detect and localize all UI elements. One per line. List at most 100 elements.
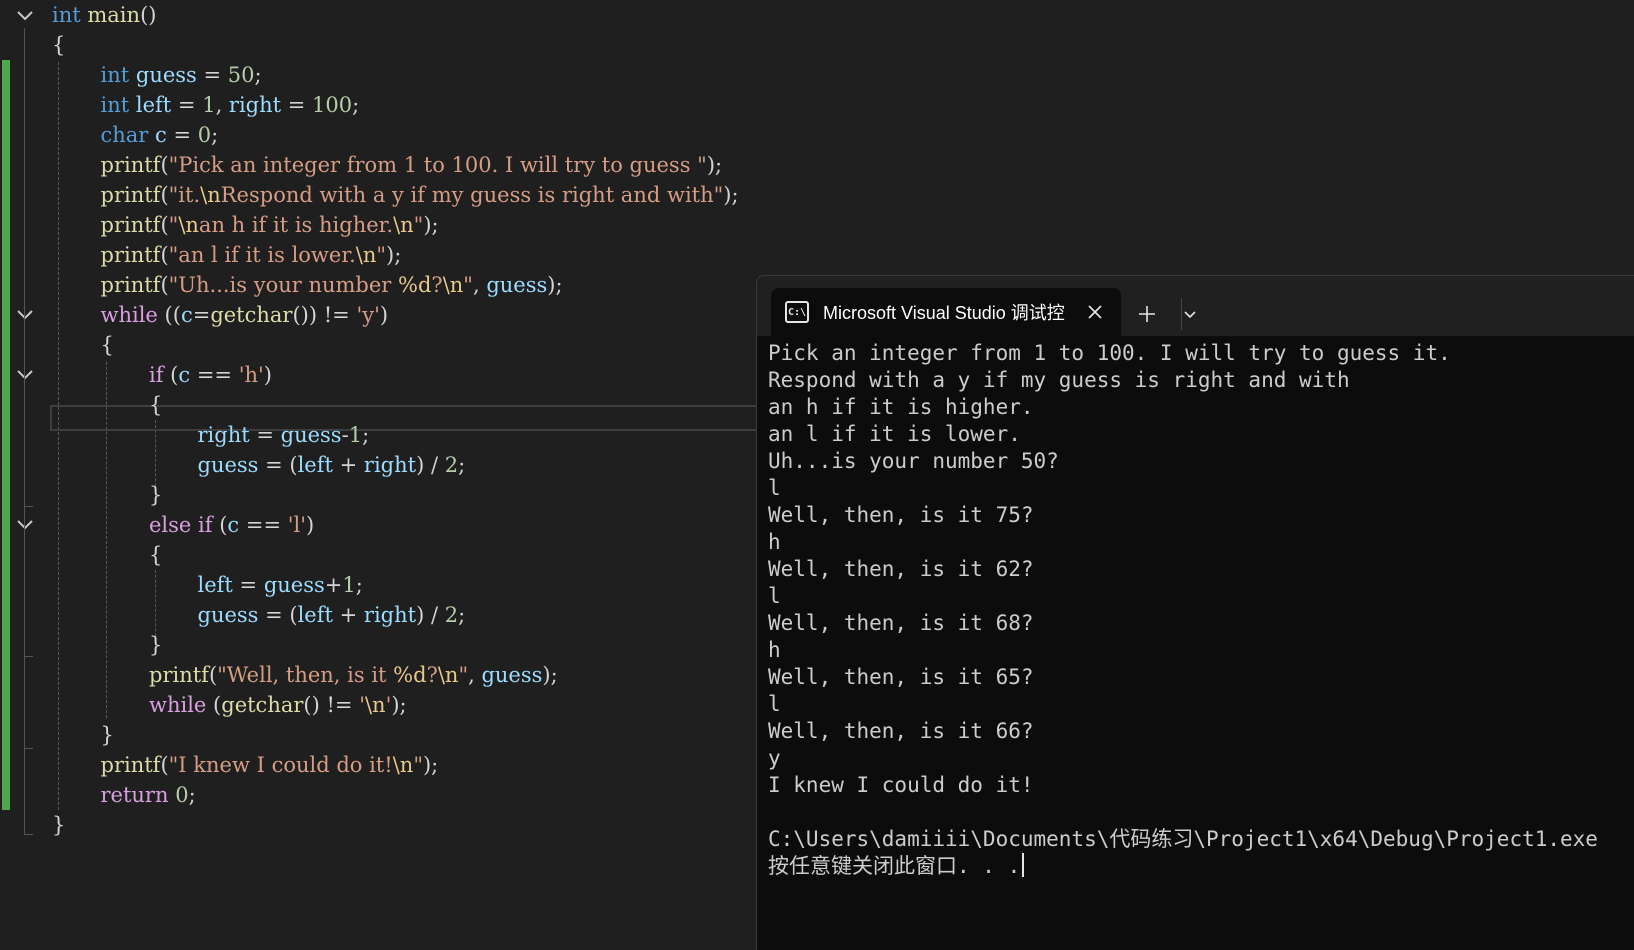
code-line[interactable]: printf("\nan h if it is higher.\n"); — [101, 211, 439, 239]
code-token: getchar — [221, 693, 304, 717]
code-line[interactable]: left = guess+1; — [198, 571, 363, 599]
code-token: ( — [160, 243, 169, 267]
code-token: guess — [135, 63, 197, 87]
code-token: () != — [303, 693, 360, 717]
console-line: l — [768, 584, 781, 608]
code-token: 0 — [197, 123, 212, 147]
code-line[interactable]: while (getchar() != '\n'); — [149, 691, 407, 719]
code-token: , — [215, 93, 229, 117]
code-token: == — [239, 513, 288, 537]
code-token: { — [52, 33, 66, 57]
code-token: return — [100, 783, 169, 807]
console-line: Well, then, is it 75? — [768, 503, 1034, 527]
code-token: %d — [393, 663, 427, 687]
code-line[interactable]: int left = 1, right = 100; — [101, 91, 360, 119]
code-token: left — [297, 453, 333, 477]
fold-chevron-down-icon[interactable] — [14, 5, 36, 27]
code-token: 100 — [312, 93, 353, 117]
code-token: ) — [306, 513, 315, 537]
debug-console-window[interactable]: C:\ Microsoft Visual Studio 调试控 Pick an … — [756, 275, 1634, 950]
code-token: = ( — [258, 453, 298, 477]
code-token: ; — [211, 123, 219, 147]
code-token: } — [149, 483, 163, 507]
code-token: - — [341, 423, 349, 447]
code-token: 2 — [444, 453, 459, 477]
code-token: ); — [422, 753, 439, 777]
code-token: "Pick an integer from 1 to 100. I will t… — [168, 153, 707, 177]
code-token: = — [171, 93, 203, 117]
code-token: getchar — [210, 303, 293, 327]
code-line[interactable]: { — [149, 541, 162, 569]
code-token: ); — [706, 153, 723, 177]
code-token: + — [332, 453, 364, 477]
code-line[interactable]: right = guess-1; — [198, 421, 370, 449]
code-token: = — [249, 423, 281, 447]
code-token: printf — [100, 153, 161, 177]
code-token: == — [190, 363, 239, 387]
code-token: guess — [263, 573, 325, 597]
chevron-down-icon[interactable] — [1178, 302, 1202, 326]
code-line[interactable]: int guess = 50; — [101, 61, 262, 89]
code-token: left — [197, 573, 233, 597]
code-line[interactable]: return 0; — [101, 781, 196, 809]
console-line: Well, then, is it 65? — [768, 665, 1034, 689]
code-token: = — [232, 573, 264, 597]
code-line[interactable]: if (c == 'h') — [149, 361, 272, 389]
code-token: " — [413, 753, 423, 777]
fold-range-marker — [24, 538, 33, 657]
console-icon-text: C:\ — [787, 306, 807, 318]
plus-icon[interactable] — [1135, 302, 1159, 326]
code-token: "it. — [168, 183, 201, 207]
code-line[interactable]: printf("I knew I could do it!\n"); — [101, 751, 439, 779]
code-token: Respond with a y if my guess is right an… — [220, 183, 724, 207]
code-token: ) — [263, 363, 272, 387]
code-line[interactable]: while ((c=getchar()) != 'y') — [101, 301, 389, 329]
code-token: int — [100, 63, 130, 87]
code-token: } — [149, 633, 163, 657]
code-line[interactable]: } — [149, 631, 162, 659]
code-line[interactable]: else if (c == 'l') — [149, 511, 314, 539]
code-token: " — [413, 213, 424, 237]
tab-title: Microsoft Visual Studio 调试控 — [823, 303, 1065, 323]
close-icon[interactable] — [1085, 302, 1105, 322]
code-token: "an l if it is lower. — [168, 243, 356, 267]
terminal-tab[interactable]: C:\ Microsoft Visual Studio 调试控 — [771, 288, 1121, 336]
code-token: ; — [458, 603, 466, 627]
console-line: y — [768, 746, 781, 770]
code-line[interactable]: } — [101, 721, 114, 749]
code-line[interactable]: printf("Pick an integer from 1 to 100. I… — [101, 151, 723, 179]
code-line[interactable]: printf("an l if it is lower.\n"); — [101, 241, 402, 269]
code-token: printf — [100, 183, 161, 207]
code-token: = ( — [258, 603, 298, 627]
code-line[interactable]: guess = (left + right) / 2; — [198, 601, 466, 629]
code-token: right — [197, 423, 250, 447]
code-line[interactable]: { — [101, 331, 114, 359]
code-line[interactable]: printf("Uh...is your number %d?\n", gues… — [101, 271, 563, 299]
code-line[interactable]: char c = 0; — [101, 121, 219, 149]
code-line[interactable]: } — [52, 811, 65, 839]
code-line[interactable]: { — [149, 391, 162, 419]
code-token: = — [281, 93, 313, 117]
code-token: printf — [100, 213, 161, 237]
code-line[interactable]: printf("it.\nRespond with a y if my gues… — [101, 181, 739, 209]
code-line[interactable]: int main() — [52, 1, 156, 29]
code-line[interactable]: } — [149, 481, 162, 509]
console-icon: C:\ — [785, 301, 809, 323]
code-token: 1 — [348, 423, 363, 447]
code-line[interactable]: printf("Well, then, is it %d?\n", guess)… — [149, 661, 558, 689]
code-token: ); — [386, 243, 402, 267]
code-token: "I knew I could do it! — [168, 753, 393, 777]
code-token: 1 — [202, 93, 216, 117]
indent-guide — [58, 62, 59, 810]
console-line: I knew I could do it! — [768, 773, 1034, 797]
code-token: \n — [392, 753, 414, 777]
console-line: Pick an integer from 1 to 100. I will tr… — [768, 341, 1451, 365]
code-token: () — [140, 3, 157, 27]
code-token: ( — [160, 153, 169, 177]
code-line[interactable]: { — [52, 31, 65, 59]
code-token: = — [166, 123, 198, 147]
code-line[interactable]: guess = (left + right) / 2; — [198, 451, 466, 479]
code-token: else — [149, 513, 192, 537]
change-indicator-bar — [2, 60, 10, 810]
console-output[interactable]: Pick an integer from 1 to 100. I will tr… — [768, 340, 1634, 880]
